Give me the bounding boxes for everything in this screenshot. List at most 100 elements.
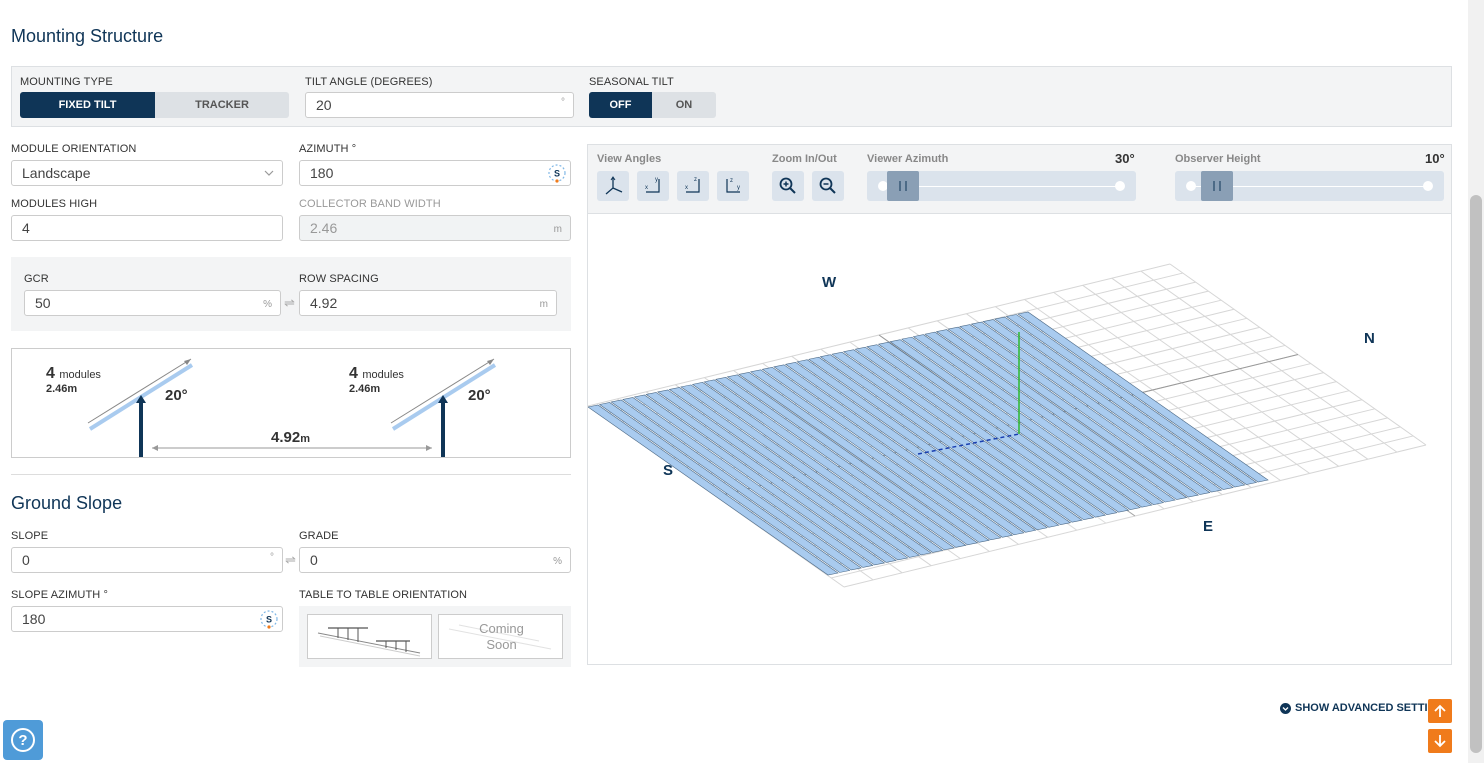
chevron-down-icon bbox=[264, 170, 274, 176]
observer-height-min-dot bbox=[1186, 181, 1196, 191]
observer-height-max-dot bbox=[1423, 181, 1433, 191]
slope-value: 0 bbox=[22, 552, 30, 568]
view-zy-button[interactable]: zy bbox=[717, 171, 749, 201]
help-button[interactable]: ? bbox=[3, 720, 43, 760]
show-advanced-settings-label: SHOW ADVANCED SETTIN bbox=[1295, 702, 1436, 714]
collector-band-width-label: COLLECTOR BAND WIDTH bbox=[299, 198, 441, 210]
svg-text:z: z bbox=[694, 177, 697, 183]
tilt-unit: ° bbox=[561, 97, 565, 108]
table-orientation-panel: Coming Soon bbox=[299, 606, 571, 667]
slope-azimuth-input[interactable]: 180 S bbox=[11, 606, 283, 632]
zoom-out-icon bbox=[819, 177, 836, 194]
viewer-azimuth-slider[interactable] bbox=[867, 171, 1136, 201]
slope-swap-icon: ⇌ bbox=[285, 552, 296, 567]
band-width-unit: m bbox=[553, 224, 562, 235]
arrow-down-icon bbox=[1434, 735, 1446, 748]
compass-west: W bbox=[822, 274, 837, 291]
slope-input[interactable]: 0 ° bbox=[11, 547, 283, 573]
mounting-structure-title: Mounting Structure bbox=[11, 26, 164, 46]
scroll-down-button[interactable] bbox=[1428, 729, 1452, 753]
svg-text:y: y bbox=[737, 185, 740, 191]
stepped-orientation-option[interactable] bbox=[307, 614, 432, 659]
right-modules-number: 4 bbox=[349, 365, 358, 382]
mounting-top-panel: MOUNTING TYPE FIXED TILT TRACKER TILT AN… bbox=[11, 66, 1452, 127]
row-spacing-diagram: 4 modules 2.46m 20° 4 modules 2.46m 20° … bbox=[11, 348, 571, 458]
compass-north: N bbox=[1364, 330, 1375, 347]
axes-xz-icon: xz bbox=[685, 177, 700, 193]
zoom-in-icon bbox=[779, 177, 796, 194]
viewer-azimuth-value: 30° bbox=[1115, 151, 1135, 166]
gcr-label: GCR bbox=[24, 273, 49, 285]
chevron-circle-down-icon bbox=[1280, 702, 1291, 714]
stepped-tables-icon bbox=[317, 627, 421, 657]
gcr-value: 50 bbox=[35, 295, 51, 311]
zoom-label: Zoom In/Out bbox=[772, 153, 837, 165]
view-3d-button[interactable] bbox=[597, 171, 629, 201]
compass-icon[interactable]: S bbox=[547, 163, 567, 183]
3d-viewer-canvas[interactable]: W N S E bbox=[587, 213, 1452, 665]
coming-soon-line-2: Soon bbox=[486, 637, 517, 652]
ground-slope-title: Ground Slope bbox=[11, 493, 123, 513]
scrollbar-thumb[interactable] bbox=[1470, 195, 1482, 753]
viewer-toolbar: View Angles xy xz zy Zoom In/Out Viewer … bbox=[587, 144, 1452, 213]
page-scrollbar[interactable] bbox=[1468, 0, 1484, 763]
slope-azimuth-label: SLOPE AZIMUTH ° bbox=[11, 589, 108, 601]
module-orientation-select[interactable]: Landscape bbox=[11, 160, 283, 186]
grade-unit: % bbox=[553, 556, 562, 567]
tilt-angle-input[interactable]: 20 ° bbox=[305, 92, 574, 118]
grade-value: 0 bbox=[310, 552, 318, 568]
row-spacing-value: 4.92 bbox=[310, 295, 338, 311]
observer-height-handle[interactable] bbox=[1201, 171, 1234, 201]
coming-soon-text: Coming Soon bbox=[439, 621, 564, 653]
view-xz-button[interactable]: xz bbox=[677, 171, 709, 201]
svg-text:y: y bbox=[655, 177, 658, 183]
gcr-panel: GCR 50 % ⇌ ROW SPACING 4.92 m bbox=[11, 257, 571, 331]
swap-icon: ⇌ bbox=[284, 295, 295, 310]
azimuth-input[interactable]: 180 S bbox=[299, 160, 571, 186]
compass-south: S bbox=[663, 462, 674, 479]
observer-height-value: 10° bbox=[1425, 151, 1445, 166]
arrow-up-icon bbox=[1434, 704, 1446, 717]
following-orientation-option: Coming Soon bbox=[438, 614, 563, 659]
compass-east: E bbox=[1203, 518, 1214, 535]
axes-zy-icon: zy bbox=[726, 178, 740, 193]
svg-text:x: x bbox=[645, 185, 648, 191]
row-spacing-input[interactable]: 4.92 m bbox=[299, 290, 557, 316]
seasonal-off-button[interactable]: OFF bbox=[589, 92, 652, 118]
azimuth-label: AZIMUTH ° bbox=[299, 143, 357, 155]
show-advanced-settings-link[interactable]: SHOW ADVANCED SETTIN bbox=[1280, 702, 1436, 714]
modules-high-input[interactable]: 4 bbox=[11, 215, 283, 241]
right-modules-count: 4 modules bbox=[349, 365, 404, 383]
grip-icon bbox=[1213, 181, 1221, 191]
coming-soon-line-1: Coming bbox=[479, 621, 524, 636]
compass-icon[interactable]: S bbox=[259, 609, 279, 629]
left-modules-count: 4 modules bbox=[46, 365, 101, 383]
zoom-in-button[interactable] bbox=[772, 171, 804, 201]
tracker-button[interactable]: TRACKER bbox=[155, 92, 289, 118]
slope-unit: ° bbox=[270, 552, 274, 563]
fixed-tilt-button[interactable]: FIXED TILT bbox=[20, 92, 155, 118]
gcr-input[interactable]: 50 % bbox=[24, 290, 281, 316]
axes-3d-icon bbox=[605, 176, 623, 195]
seasonal-tilt-label: SEASONAL TILT bbox=[589, 76, 674, 88]
observer-height-slider[interactable] bbox=[1175, 171, 1444, 201]
seasonal-on-button[interactable]: ON bbox=[652, 92, 716, 118]
scroll-up-button[interactable] bbox=[1428, 699, 1452, 723]
view-xy-button[interactable]: xy bbox=[637, 171, 669, 201]
module-orientation-label: MODULE ORIENTATION bbox=[11, 143, 137, 155]
row-spacing-label: ROW SPACING bbox=[299, 273, 379, 285]
tilt-angle-label: TILT ANGLE (DEGREES) bbox=[305, 76, 433, 88]
right-modules-word: modules bbox=[362, 369, 404, 381]
grade-label: GRADE bbox=[299, 530, 339, 542]
svg-text:x: x bbox=[685, 185, 688, 191]
viewer-azimuth-handle[interactable] bbox=[887, 171, 920, 201]
modules-high-value: 4 bbox=[22, 220, 30, 236]
3d-scene bbox=[587, 263, 1427, 588]
row-spacing-unit: m bbox=[539, 299, 548, 310]
section-divider bbox=[11, 474, 571, 475]
left-modules-word: modules bbox=[59, 369, 101, 381]
spacing-value: 4.92 bbox=[271, 429, 301, 446]
grade-input[interactable]: 0 % bbox=[299, 547, 571, 573]
zoom-out-button[interactable] bbox=[812, 171, 844, 201]
view-angles-label: View Angles bbox=[597, 153, 662, 165]
